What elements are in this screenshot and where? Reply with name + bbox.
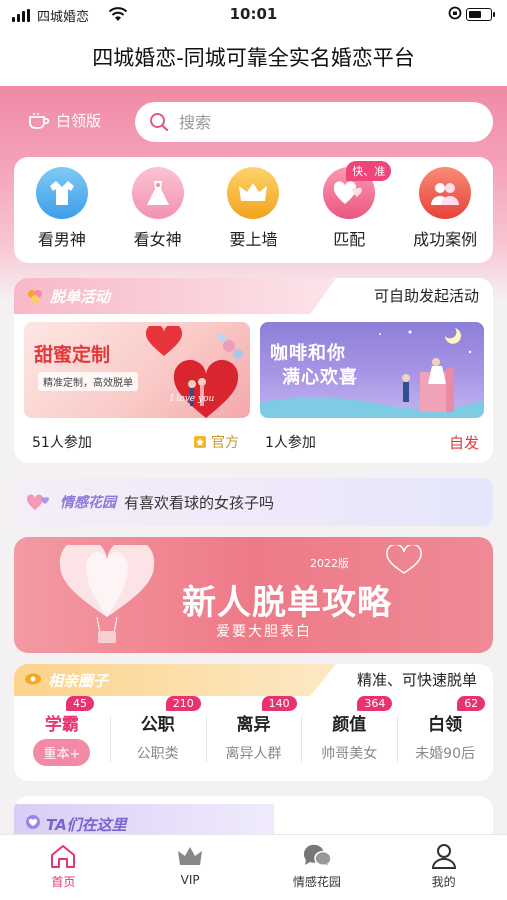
category-female[interactable]: 看女神 xyxy=(116,167,200,263)
garden-strip[interactable]: 情感花园 有喜欢看球的女孩子吗 xyxy=(14,478,493,526)
category-male[interactable]: 看男神 xyxy=(20,167,104,263)
circle-sub: 帅哥美女 xyxy=(321,746,378,762)
source-label: 官方 xyxy=(211,435,239,451)
activities-card: 脱单活动 可自助发起活动 甜蜜定制 精准定制，高效脱单 I love you 咖… xyxy=(14,278,493,463)
heart-decoration-icon xyxy=(386,545,422,574)
circle-item-gongzhi[interactable]: 210 公职 公职类 xyxy=(109,696,206,768)
banner-script: I love you xyxy=(170,394,215,404)
clock: 10:01 xyxy=(229,5,278,23)
page-title: 四城婚恋-同城可靠全实名婚恋平台 xyxy=(0,30,507,86)
circle-name: 颜值 xyxy=(332,715,367,735)
circle-name: 离异 xyxy=(236,715,271,735)
count-badge: 210 xyxy=(165,696,201,711)
banner-heading: 甜蜜定制 xyxy=(34,344,111,366)
category-wall[interactable]: 要上墙 xyxy=(211,167,295,263)
category-match[interactable]: 快、准 匹配 xyxy=(307,161,392,263)
bottom-tab-bar: 首页 VIP 情感花园 我的 xyxy=(0,834,507,900)
hearts-icon xyxy=(26,494,49,510)
category-label: 看女神 xyxy=(133,230,182,249)
tab-label: VIP xyxy=(180,873,200,887)
circles-subtitle: 精准、可快速脱单 xyxy=(356,671,477,689)
home-icon xyxy=(51,845,76,868)
tab-label: 情感花园 xyxy=(292,875,341,889)
badge-icon xyxy=(194,436,206,448)
circles-card: 相亲圈子 精准、可快速脱单 45 学霸 重本+ 210 公职 公职类 140 离… xyxy=(14,664,493,781)
search-bar[interactable] xyxy=(135,102,493,142)
search-input[interactable] xyxy=(179,112,459,132)
participant-count: 1人参加 xyxy=(265,435,316,451)
match-tag: 快、准 xyxy=(346,161,392,181)
female-dress-icon xyxy=(131,167,184,219)
edition-label: 白领版 xyxy=(56,112,102,130)
circle-item-xueba[interactable]: 45 学霸 重本+ xyxy=(14,696,110,768)
circle-sub: 未婚90后 xyxy=(415,746,475,762)
battery-icon xyxy=(466,8,495,21)
male-shirt-icon xyxy=(35,167,88,219)
category-label: 成功案例 xyxy=(413,230,478,249)
heart-balloon-illustration xyxy=(59,545,155,643)
category-label: 要上墙 xyxy=(229,230,278,249)
tab-home[interactable]: 首页 xyxy=(0,835,127,900)
participant-count: 51人参加 xyxy=(32,435,92,451)
create-activity-link[interactable]: 可自助发起活动 xyxy=(374,285,479,306)
promo-title: 新人脱单攻略 xyxy=(182,583,392,623)
heart-icon xyxy=(26,815,40,829)
eye-icon xyxy=(25,673,41,685)
count-badge: 62 xyxy=(457,696,486,711)
banner-subtitle: 精准定制，高效脱单 xyxy=(38,372,138,391)
category-success[interactable]: 成功案例 xyxy=(403,167,487,263)
night-sky-illustration xyxy=(260,328,484,418)
tab-profile[interactable]: 我的 xyxy=(380,835,507,900)
flower-icon xyxy=(28,290,42,303)
category-card: 看男神 看女神 要上墙 快、准 匹配 成功案例 xyxy=(14,157,493,263)
circle-item-yanzhi[interactable]: 364 颜值 帅哥美女 xyxy=(301,696,397,768)
circle-item-liyi[interactable]: 140 离异 离异人群 xyxy=(205,696,302,768)
couple-icon xyxy=(419,167,472,219)
count-badge: 140 xyxy=(261,696,297,711)
circle-name: 学霸 xyxy=(44,715,79,735)
circles-title: 相亲圈子 xyxy=(48,672,109,690)
promo-year: 2022版 xyxy=(310,557,349,570)
circle-item-bailing[interactable]: 62 白领 未婚90后 xyxy=(397,696,493,768)
cup-icon xyxy=(29,112,50,129)
activities-header: 脱单活动 可自助发起活动 xyxy=(14,278,493,314)
activity-banner-sweet[interactable]: 甜蜜定制 精准定制，高效脱单 I love you xyxy=(24,322,250,418)
official-badge: 官方 xyxy=(192,432,239,452)
ta-title: TA们在这里 xyxy=(46,816,127,834)
tab-label: 我的 xyxy=(431,875,456,889)
tab-garden[interactable]: 情感花园 xyxy=(254,835,381,900)
search-icon xyxy=(150,113,169,132)
category-label: 看男神 xyxy=(37,230,86,249)
status-bar: 四城婚恋 10:01 xyxy=(0,0,507,30)
crown-icon xyxy=(178,847,203,865)
person-icon xyxy=(431,844,456,869)
circle-name: 白领 xyxy=(428,715,463,735)
promo-banner[interactable]: 2022版 新人脱单攻略 爱要大胆表白 xyxy=(14,537,493,653)
source-label: 自发 xyxy=(448,434,479,452)
circle-sub: 重本+ xyxy=(33,739,91,766)
chat-bubbles-icon xyxy=(303,844,332,869)
tab-vip[interactable]: VIP xyxy=(127,835,254,900)
rotation-lock-icon xyxy=(448,6,462,20)
tab-label: 首页 xyxy=(51,875,76,889)
circle-sub: 离异人群 xyxy=(225,746,282,762)
circle-name: 公职 xyxy=(140,715,175,735)
activities-title: 脱单活动 xyxy=(50,288,111,306)
garden-title: 情感花园 xyxy=(60,495,116,511)
promo-subtitle: 爱要大胆表白 xyxy=(216,624,312,640)
count-badge: 45 xyxy=(66,696,94,711)
circle-sub: 公职类 xyxy=(136,746,179,762)
activity-banner-coffee[interactable]: 咖啡和你 满心欢喜 xyxy=(260,322,484,418)
count-badge: 364 xyxy=(357,696,393,711)
hearts-illustration xyxy=(145,326,243,418)
category-label: 匹配 xyxy=(333,230,366,249)
garden-topic: 有喜欢看球的女孩子吗 xyxy=(124,493,275,512)
edition-switch[interactable]: 白领版 xyxy=(28,110,101,131)
crown-icon xyxy=(227,167,280,219)
